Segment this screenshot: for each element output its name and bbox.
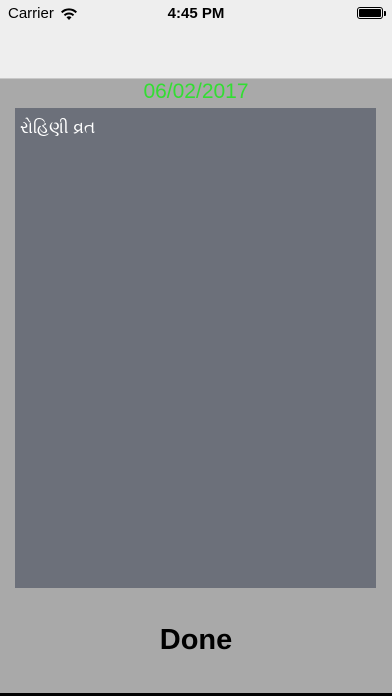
content-panel: રોહિણી વ્રત [15, 108, 376, 588]
date-label: 06/02/2017 [143, 80, 249, 103]
done-button[interactable]: Done [0, 624, 392, 657]
battery-level [359, 9, 381, 17]
content-text: રોહિણી વ્રત [20, 118, 96, 137]
battery-icon [357, 7, 386, 19]
navigation-bar [0, 28, 392, 79]
status-bar: Carrier 4:45 PM [0, 0, 392, 28]
status-time: 4:45 PM [167, 5, 225, 22]
